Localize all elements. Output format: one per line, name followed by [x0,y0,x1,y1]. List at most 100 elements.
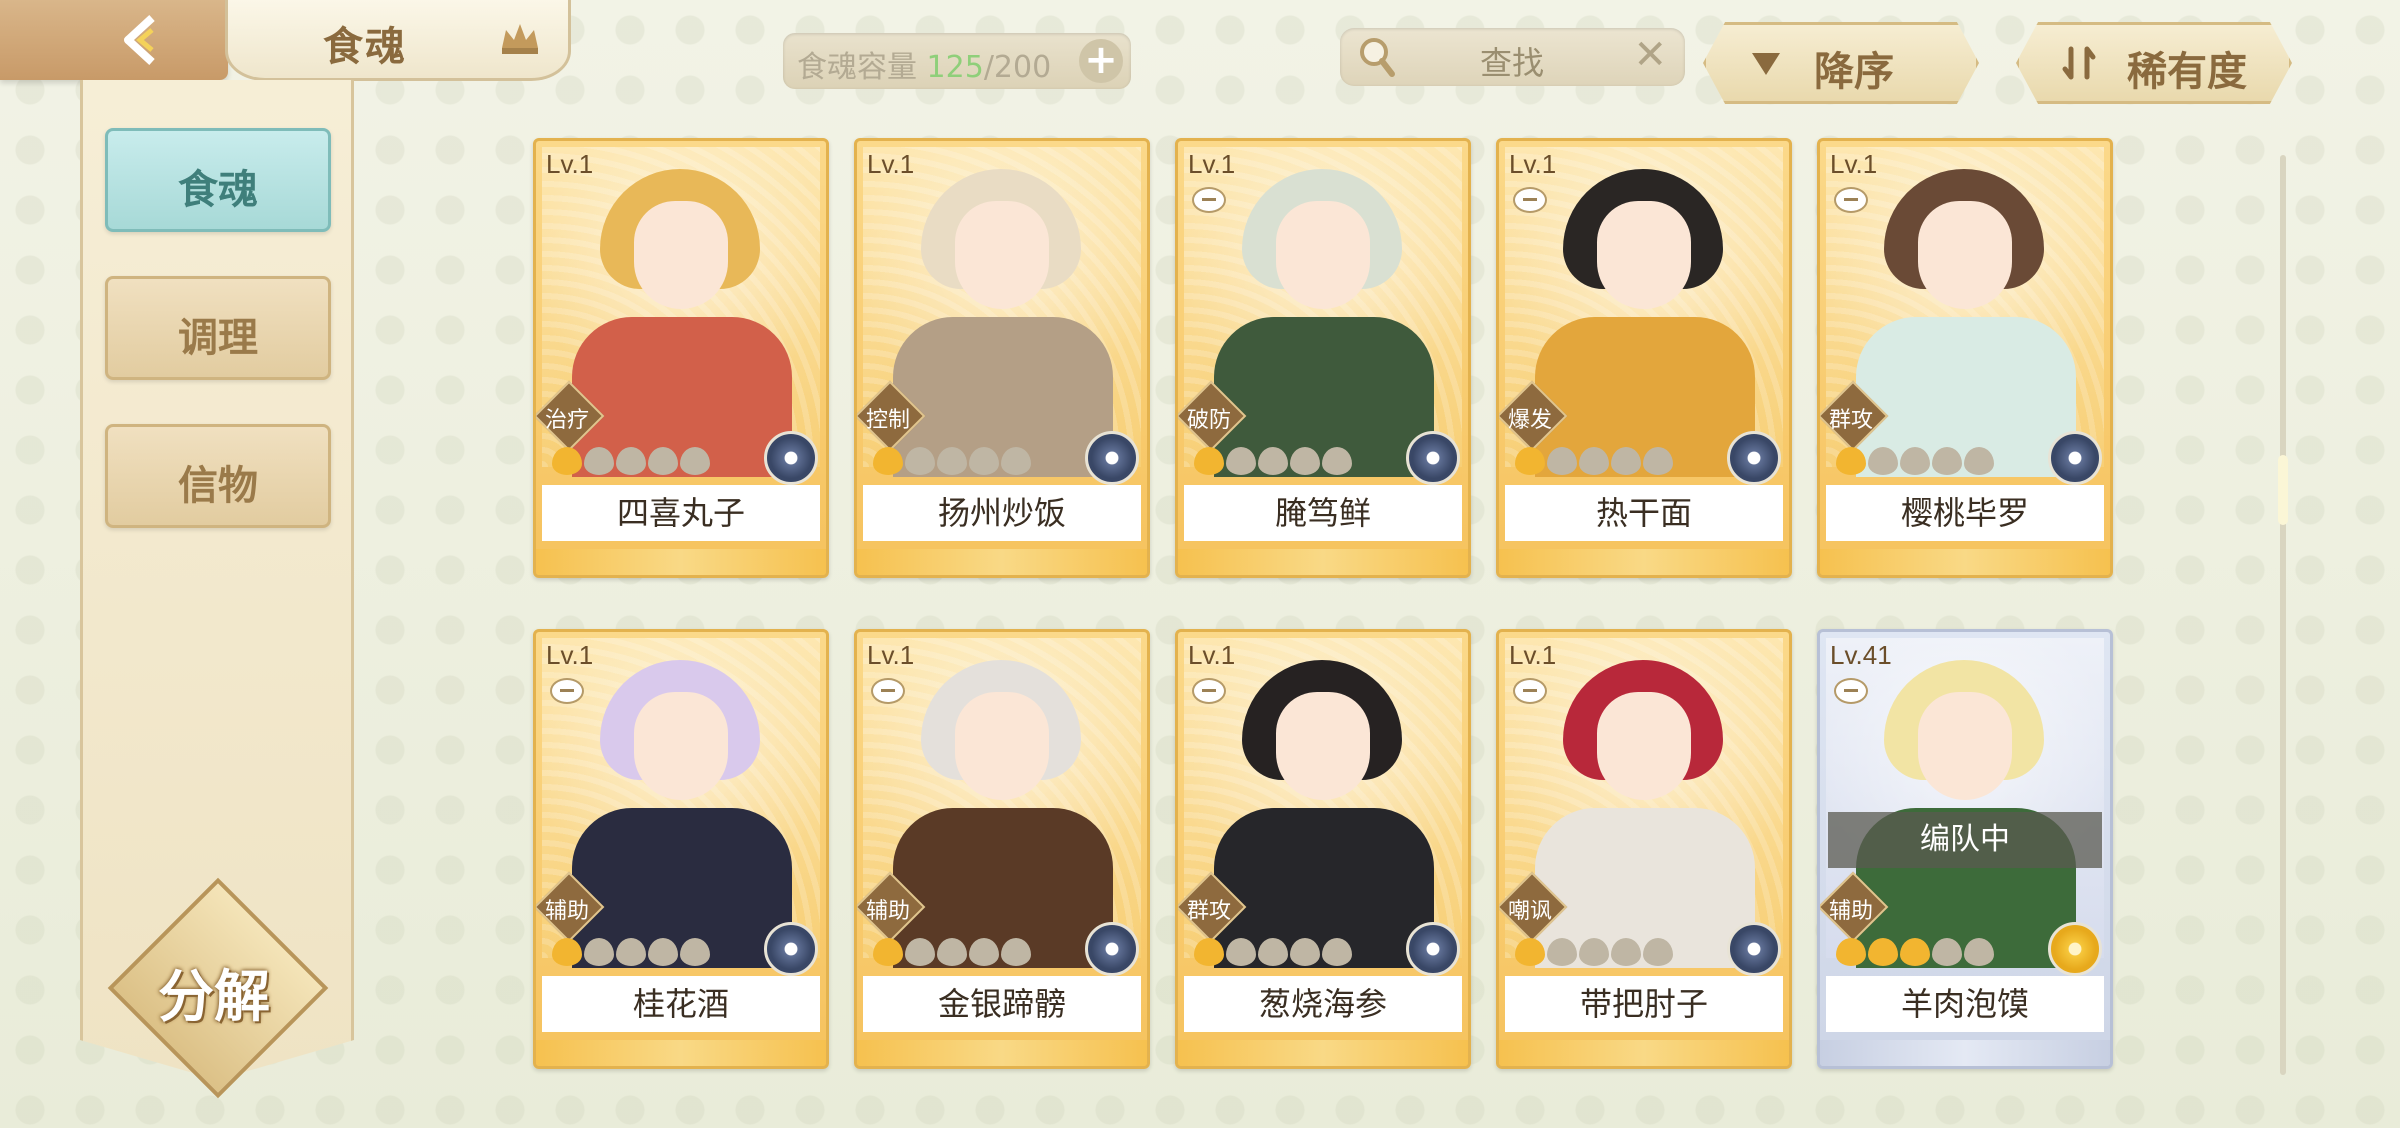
page-title: 食魂 [323,24,407,70]
star-icon [1226,938,1256,966]
minus-icon [1513,187,1547,213]
sort-desc-icon [1752,53,1780,75]
level-label: Lv.41 [1830,640,1892,670]
card-name: 腌笃鲜 [1184,485,1462,541]
star-icon [1194,938,1224,966]
plus-icon[interactable]: + [1079,39,1123,83]
card-name: 四喜丸子 [542,485,820,541]
star-rating [1836,938,1996,968]
role-label: 治疗 [544,408,589,433]
tab-keepsake[interactable]: 信物 [105,424,331,528]
star-icon [1322,938,1352,966]
food-soul-card[interactable]: Lv.1 群攻 葱烧海参 [1175,629,1471,1069]
food-soul-card[interactable]: Lv.1 破防 腌笃鲜 [1175,138,1471,578]
flower-icon [764,431,818,485]
star-icon [1547,447,1577,475]
star-icon [1932,447,1962,475]
star-icon [905,447,935,475]
food-soul-card[interactable]: Lv.1 辅助 桂花酒 [533,629,829,1069]
star-rating [552,447,712,477]
star-icon [937,938,967,966]
star-icon [1611,938,1641,966]
star-icon [1900,447,1930,475]
food-soul-card[interactable]: Lv.1 嘲讽 带把肘子 [1496,629,1792,1069]
level-label: Lv.1 [546,640,594,670]
role-label: 控制 [865,408,910,433]
role-label: 辅助 [865,899,910,924]
search-input[interactable]: 查找 ✕ [1340,28,1685,86]
star-icon [1001,938,1031,966]
minus-icon [871,678,905,704]
level-label: Lv.1 [1188,149,1236,179]
star-icon [1868,447,1898,475]
star-icon [1515,447,1545,475]
flower-icon [1085,922,1139,976]
capacity-max: /200 [983,50,1052,85]
capacity-indicator: 食魂容量 125/200 + [783,33,1131,89]
star-icon [616,938,646,966]
flower-icon [1727,922,1781,976]
star-icon [552,447,582,475]
level-label: Lv.1 [1188,640,1236,670]
level-label: Lv.1 [1830,149,1878,179]
page-title-tab: 食魂 [225,0,571,81]
star-icon [1611,447,1641,475]
rarity-sort-button[interactable]: 稀有度 [2016,22,2292,104]
clear-icon[interactable]: ✕ [1633,32,1667,78]
role-label: 群攻 [1186,899,1231,924]
flower-icon [1085,431,1139,485]
star-icon [1964,938,1994,966]
card-name: 桂花酒 [542,976,820,1032]
minus-icon [1834,678,1868,704]
food-soul-card[interactable]: Lv.1 控制 扬州炒饭 [854,138,1150,578]
star-icon [1643,938,1673,966]
decompose-label: 分解 [158,965,270,1030]
role-label: 嘲讽 [1507,899,1552,924]
sort-label: 降序 [1814,49,1894,95]
scrollbar[interactable] [2278,155,2288,1075]
level-label: Lv.1 [867,640,915,670]
scrollbar-thumb[interactable] [2278,455,2288,525]
star-icon [680,938,710,966]
food-soul-card[interactable]: Lv.1 群攻 樱桃毕罗 [1817,138,2113,578]
back-arrow-icon [124,15,155,65]
crown-icon[interactable] [498,18,542,58]
role-badge: 治疗 [536,380,605,452]
food-soul-card[interactable]: Lv.1 辅助 金银蹄髈 [854,629,1150,1069]
search-icon [1360,38,1395,77]
star-icon [873,938,903,966]
food-soul-card[interactable]: Lv.41 编队中 辅助 羊肉泡馍 [1817,629,2113,1069]
star-icon [1836,447,1866,475]
role-badge: 爆发 [1499,380,1568,452]
tab-food-soul[interactable]: 食魂 [105,128,331,232]
minus-icon [1192,187,1226,213]
star-icon [873,447,903,475]
card-name: 带把肘子 [1505,976,1783,1032]
star-rating [552,938,712,968]
card-name: 羊肉泡馍 [1826,976,2104,1032]
tab-cooking[interactable]: 调理 [105,276,331,380]
role-label: 辅助 [1828,899,1873,924]
food-soul-card[interactable]: Lv.1 爆发 热干面 [1496,138,1792,578]
level-label: Lv.1 [867,149,915,179]
back-button[interactable] [0,0,228,80]
search-placeholder: 查找 [1480,44,1545,82]
role-badge: 辅助 [536,871,605,943]
star-icon [1258,938,1288,966]
star-icon [648,938,678,966]
tab-label: 信物 [178,463,258,509]
star-rating [873,447,1033,477]
role-badge: 控制 [857,380,926,452]
sort-desc-button[interactable]: 降序 [1703,22,1979,104]
star-icon [1900,938,1930,966]
minus-icon [550,678,584,704]
tab-label: 食魂 [178,167,258,213]
star-icon [1001,447,1031,475]
card-name: 樱桃毕罗 [1826,485,2104,541]
flower-icon [1406,431,1460,485]
capacity-label: 食魂容量 [797,50,917,85]
star-icon [1579,938,1609,966]
star-icon [552,938,582,966]
food-soul-card[interactable]: Lv.1 治疗 四喜丸子 [533,138,829,578]
star-icon [584,938,614,966]
